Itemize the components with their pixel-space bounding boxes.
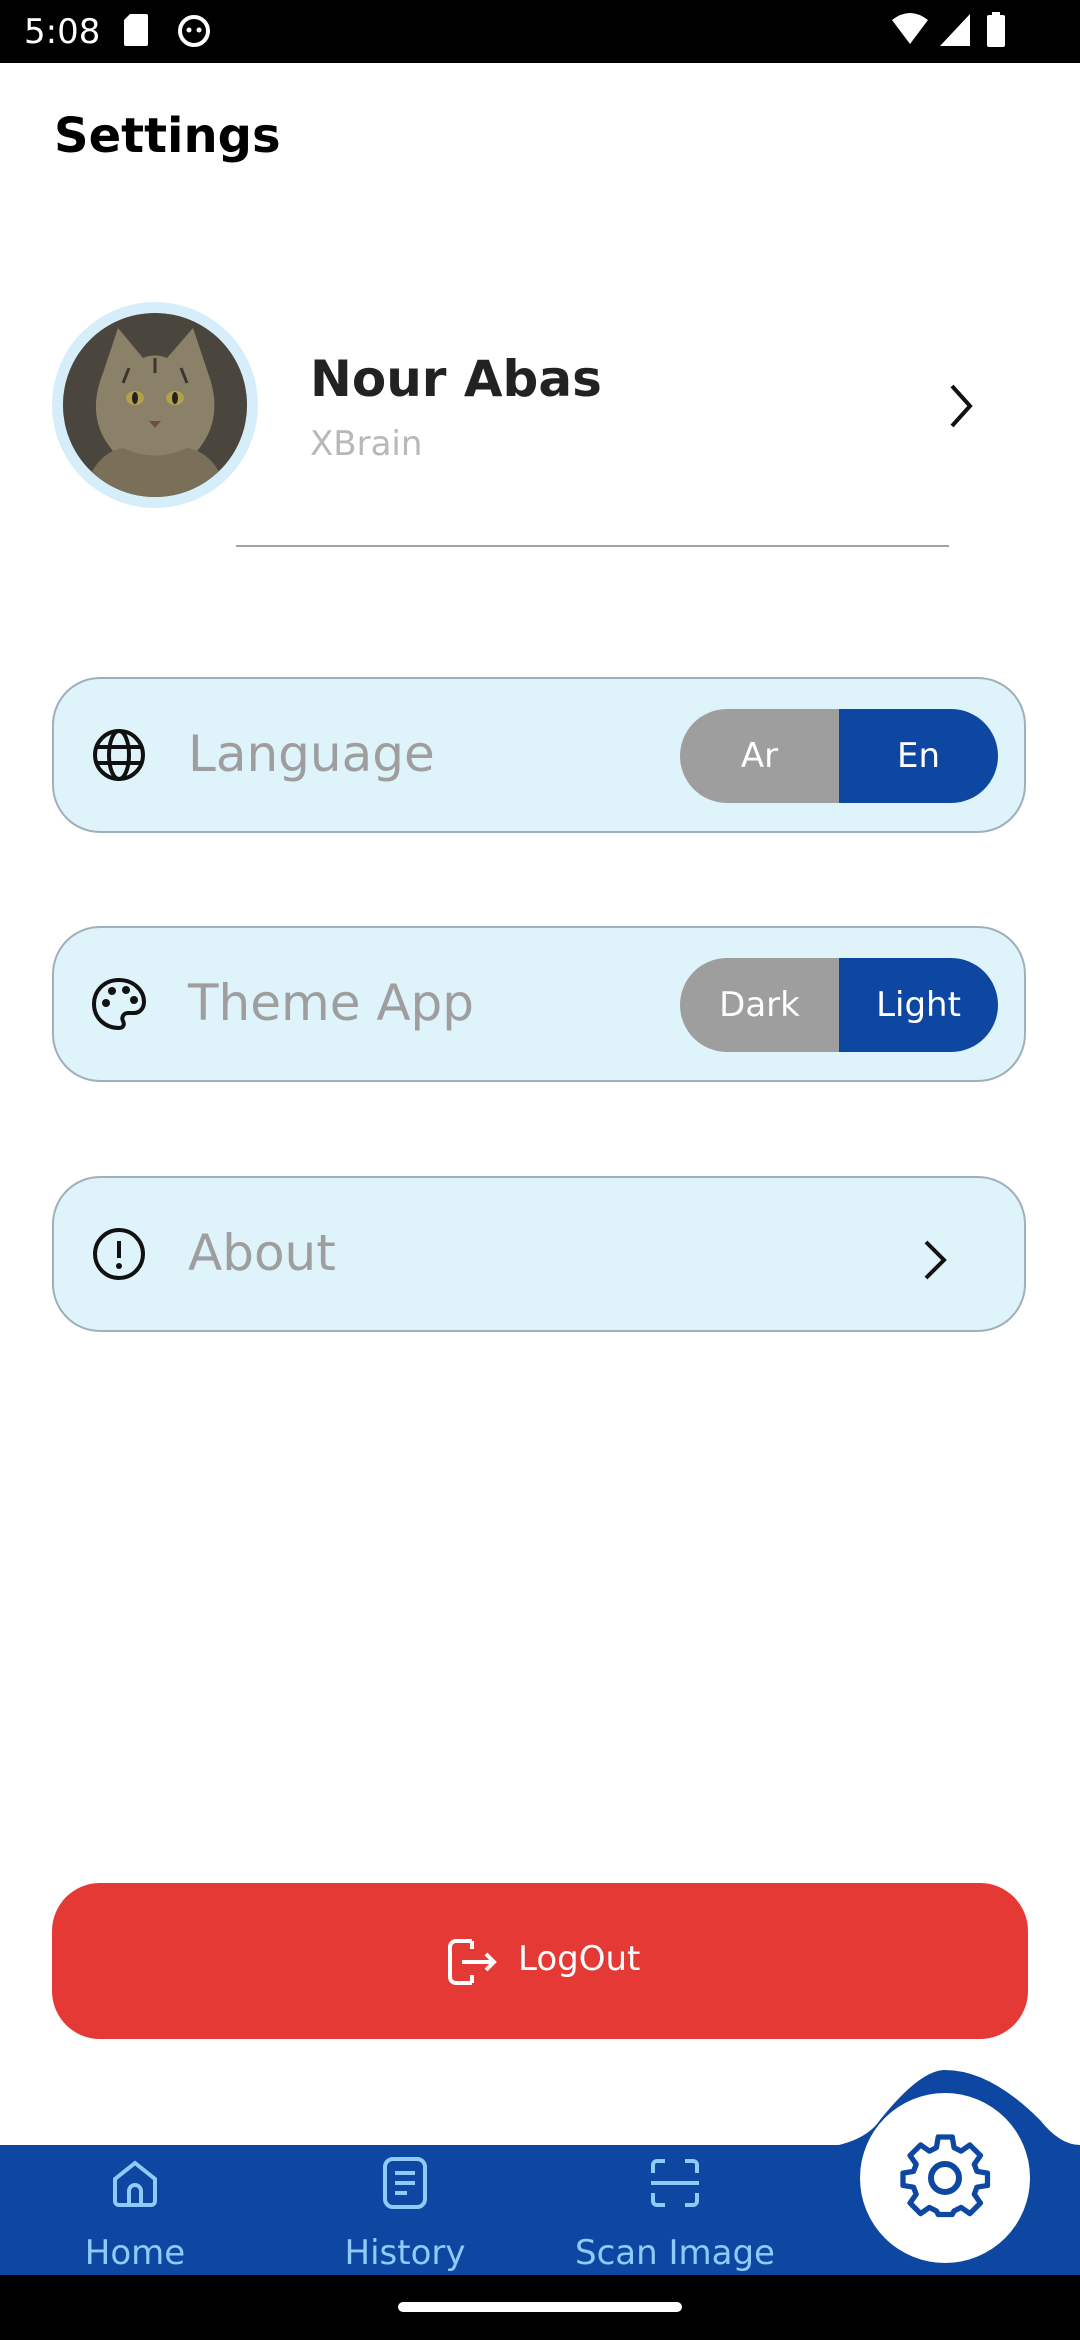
language-label: Language	[188, 725, 435, 783]
cat-face-icon	[178, 15, 210, 47]
theme-option-dark[interactable]: Dark	[680, 958, 839, 1052]
globe-icon	[93, 729, 145, 781]
home-icon	[113, 2160, 157, 2207]
avatar-image	[63, 313, 247, 497]
nav-home-label: Home	[84, 2233, 186, 2273]
theme-label: Theme App	[188, 974, 475, 1032]
theme-option-light[interactable]: Light	[839, 958, 998, 1052]
logout-label: LogOut	[518, 1939, 641, 1979]
nav-history[interactable]: History	[305, 2145, 505, 2275]
status-bar: 5:08	[0, 0, 1080, 63]
status-time: 5:08	[24, 12, 101, 52]
wifi-icon	[892, 13, 928, 44]
page-title: Settings	[54, 108, 281, 164]
info-alert-icon	[93, 1228, 145, 1280]
palette-icon	[91, 977, 147, 1031]
nav-home[interactable]: Home	[35, 2145, 235, 2275]
profile-organization: XBrain	[310, 424, 423, 464]
battery-icon	[987, 12, 1005, 47]
about-setting-card[interactable]: About	[52, 1176, 1026, 1332]
nav-settings-button[interactable]	[860, 2093, 1030, 2263]
sd-card-icon	[124, 14, 148, 46]
profile-name: Nour Abas	[310, 350, 602, 408]
nav-scan-label: Scan Image	[575, 2233, 775, 2273]
signal-icon	[940, 14, 970, 46]
logout-button[interactable]: LogOut	[52, 1883, 1028, 2039]
gear-icon	[900, 2134, 991, 2218]
nav-history-label: History	[344, 2233, 466, 2273]
about-label: About	[188, 1224, 336, 1282]
theme-setting-card: Theme App Dark Light	[52, 926, 1026, 1082]
scan-icon	[651, 2159, 699, 2207]
language-option-ar[interactable]: Ar	[680, 709, 839, 803]
home-gesture-pill[interactable]	[398, 2302, 682, 2312]
nav-scan-image[interactable]: Scan Image	[575, 2145, 775, 2275]
language-toggle[interactable]: Ar En	[680, 709, 998, 803]
language-option-en[interactable]: En	[839, 709, 998, 803]
logout-icon	[448, 1939, 497, 1985]
theme-toggle[interactable]: Dark Light	[680, 958, 998, 1052]
chevron-right-icon[interactable]	[940, 378, 980, 434]
chevron-right-icon	[924, 1240, 947, 1280]
history-icon	[383, 2157, 427, 2209]
divider	[236, 545, 949, 547]
language-setting-card: Language Ar En	[52, 677, 1026, 833]
cat-photo-image	[63, 313, 247, 497]
